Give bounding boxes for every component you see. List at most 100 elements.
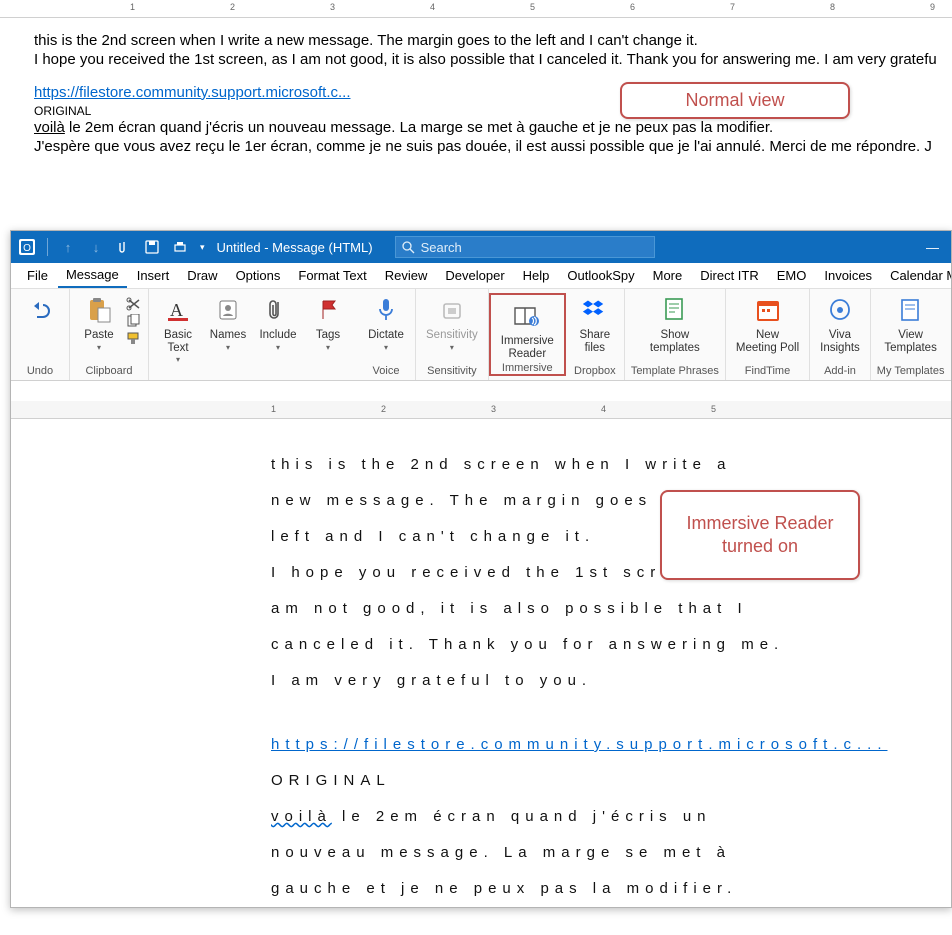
tab-help[interactable]: Help	[515, 264, 558, 287]
group-label: Undo	[17, 363, 63, 380]
viva-insights-button[interactable]: Viva Insights	[816, 291, 864, 354]
view-templates-icon	[896, 295, 926, 325]
calendar-poll-icon	[753, 295, 783, 325]
svg-text:A: A	[170, 300, 183, 320]
copy-icon[interactable]	[126, 314, 142, 328]
paste-button[interactable]: Paste	[76, 291, 122, 352]
names-button[interactable]: Names	[205, 291, 251, 352]
body-line: am not good, it is also possible that I	[271, 591, 951, 627]
ruler-tick: 3	[330, 2, 335, 12]
ruler-top: 1 2 3 4 5 6 7 8 9	[0, 0, 952, 18]
body-line: gauche et je ne peux pas la modifier.	[271, 871, 951, 907]
group-label: Add-in	[816, 363, 864, 380]
titlebar: O ↑ ↓ ▾ Untitled - Message (HTML) Search…	[11, 231, 951, 263]
body-line: I am very grateful to you.	[271, 663, 951, 699]
tab-more[interactable]: More	[645, 264, 691, 287]
tab-file[interactable]: File	[19, 264, 56, 287]
ruler-tick: 8	[830, 2, 835, 12]
down-arrow-icon[interactable]: ↓	[88, 239, 104, 255]
group-label: Voice	[363, 363, 409, 380]
print-icon[interactable]	[172, 239, 188, 255]
tab-developer[interactable]: Developer	[437, 264, 512, 287]
group-label: Template Phrases	[631, 363, 719, 380]
body-line: voilà le 2em écran quand j'écris un	[271, 799, 951, 835]
font-icon: A	[163, 295, 193, 325]
new-meeting-poll-button[interactable]: New Meeting Poll	[732, 291, 803, 354]
body-line: this is the 2nd screen when I write a ne…	[34, 32, 918, 51]
sensitivity-button: Sensitivity	[422, 291, 482, 352]
ruler-immersive: 1 2 3 4 5	[11, 401, 951, 419]
callout-normal-view: Normal view	[620, 82, 850, 119]
tab-outlookspy[interactable]: OutlookSpy	[559, 264, 642, 287]
viva-insights-icon	[825, 295, 855, 325]
undo-icon	[25, 295, 55, 325]
paste-icon	[84, 295, 114, 325]
format-painter-icon[interactable]	[126, 331, 142, 345]
tab-review[interactable]: Review	[377, 264, 436, 287]
search-box[interactable]: Search	[395, 236, 655, 258]
tab-format-text[interactable]: Format Text	[290, 264, 374, 287]
body-line: this is the 2nd screen when I write a	[271, 447, 951, 483]
group-template-phrases: Show templates Template Phrases	[625, 289, 726, 380]
group-label: Dropbox	[572, 363, 618, 380]
include-button[interactable]: Include	[255, 291, 301, 352]
flag-icon	[313, 295, 343, 325]
microphone-icon	[371, 295, 401, 325]
normal-view-panel: 1 2 3 4 5 6 7 8 9 this is the 2nd screen…	[0, 0, 952, 177]
ruler-tick: 9	[930, 2, 935, 12]
show-templates-button[interactable]: Show templates	[646, 291, 704, 354]
group-label: My Templates	[877, 363, 945, 380]
view-templates-button[interactable]: View Templates	[880, 291, 940, 354]
address-book-icon	[213, 295, 243, 325]
group-label	[155, 365, 351, 381]
outlook-icon: O	[19, 239, 35, 255]
basic-text-button[interactable]: A Basic Text	[155, 291, 201, 365]
ruler-tick: 4	[430, 2, 435, 12]
tab-invoices[interactable]: Invoices	[816, 264, 880, 287]
group-label: Clipboard	[76, 363, 142, 380]
sensitivity-icon	[437, 295, 467, 325]
up-arrow-icon[interactable]: ↑	[60, 239, 76, 255]
search-placeholder: Search	[421, 240, 462, 255]
tab-insert[interactable]: Insert	[129, 264, 178, 287]
ruler-tick: 2	[230, 2, 235, 12]
body-link[interactable]: https://filestore.community.support.micr…	[271, 736, 888, 753]
attach-icon[interactable]	[116, 239, 132, 255]
ribbon: Undo Paste Clipboard	[11, 289, 951, 381]
menubar: File Message Insert Draw Options Format …	[11, 263, 951, 289]
group-immersive: Immersive Reader Immersive	[489, 293, 566, 376]
group-clipboard: Paste Clipboard	[70, 289, 149, 380]
group-label: Immersive	[497, 360, 558, 377]
tab-options[interactable]: Options	[228, 264, 289, 287]
attach-file-icon	[263, 295, 293, 325]
tab-emo[interactable]: EMO	[769, 264, 815, 287]
tab-calendar-macros[interactable]: Calendar Macros	[882, 264, 951, 287]
group-basic: A Basic Text Names Include Tags	[149, 289, 357, 380]
undo-button[interactable]	[17, 291, 63, 327]
minimize-button[interactable]: —	[926, 240, 939, 255]
save-icon[interactable]	[144, 239, 160, 255]
tab-draw[interactable]: Draw	[179, 264, 225, 287]
cut-icon[interactable]	[126, 297, 142, 311]
immersive-reader-button[interactable]: Immersive Reader	[497, 297, 558, 360]
tab-direct-itr[interactable]: Direct ITR	[692, 264, 767, 287]
tab-message[interactable]: Message	[58, 263, 127, 288]
body-line: voilà le 2em écran quand j'écris un nouv…	[34, 119, 918, 138]
original-label: ORIGINAL	[271, 763, 951, 799]
tags-button[interactable]: Tags	[305, 291, 351, 352]
body-line: canceled it. Thank you for answering me.	[271, 627, 951, 663]
dictate-button[interactable]: Dictate	[363, 291, 409, 352]
window-title: Untitled - Message (HTML)	[217, 240, 373, 255]
search-icon	[402, 241, 415, 254]
voila-word: voilà	[34, 119, 65, 136]
voila-word: voilà	[271, 808, 332, 825]
templates-icon	[660, 295, 690, 325]
body-line: I hope you received the 1st screen, as I…	[34, 51, 918, 70]
share-files-button[interactable]: Share files	[572, 291, 618, 354]
group-findtime: New Meeting Poll FindTime	[726, 289, 810, 380]
body-line: J'espère que vous avez reçu le 1er écran…	[34, 138, 918, 157]
ruler-tick: 6	[630, 2, 635, 12]
group-label: Sensitivity	[422, 363, 482, 380]
callout-immersive-reader: Immersive Reader turned on	[660, 490, 860, 580]
body-link[interactable]: https://filestore.community.support.micr…	[34, 84, 351, 101]
